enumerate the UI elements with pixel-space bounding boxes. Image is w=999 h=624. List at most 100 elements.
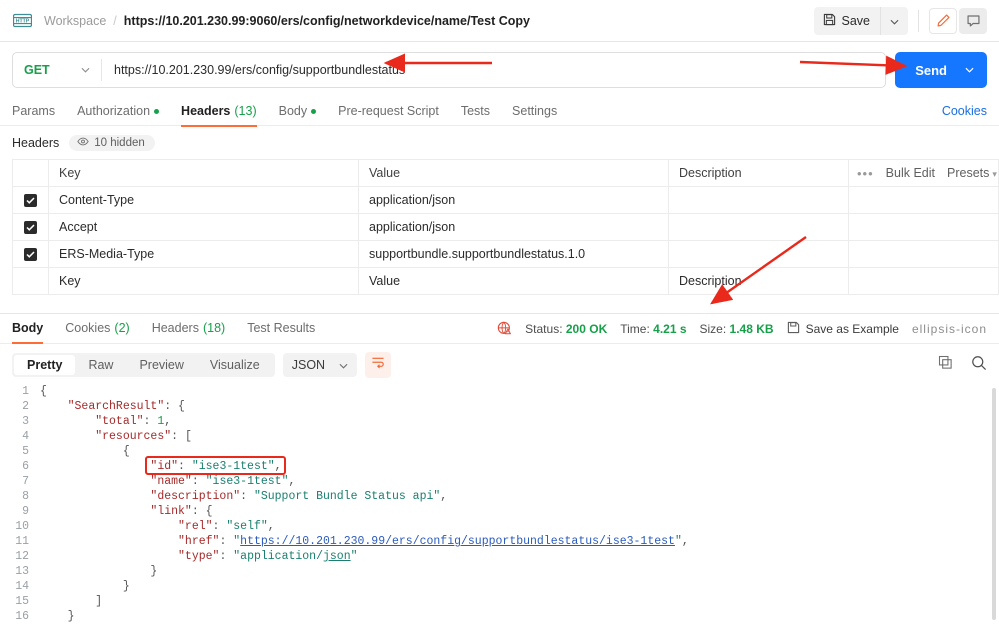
code-token: }	[67, 610, 75, 623]
tab-pre-request-script[interactable]: Pre-request Script	[327, 97, 450, 126]
tab-response-body[interactable]: Body	[12, 314, 54, 344]
column-description: Description	[668, 159, 849, 187]
send-group: Send	[895, 52, 987, 88]
tab-headers[interactable]: Headers (13)	[170, 97, 268, 127]
cookies-link[interactable]: Cookies	[942, 104, 987, 118]
breadcrumb-workspace[interactable]: Workspace	[44, 14, 106, 28]
row-checkbox[interactable]	[24, 194, 37, 208]
save-button[interactable]: Save	[814, 8, 881, 34]
tab-tests[interactable]: Tests	[450, 97, 501, 126]
tab-authorization[interactable]: Authorization	[66, 97, 170, 126]
code-line: 6 "id": "ise3-1test",	[0, 459, 999, 474]
comment-button[interactable]	[959, 7, 987, 34]
url-input[interactable]	[102, 63, 886, 77]
table-row[interactable]: Accept application/json	[12, 213, 999, 241]
header-description[interactable]	[668, 240, 849, 268]
code-token: "Support Bundle Status api"	[253, 490, 441, 503]
header-description[interactable]	[668, 186, 849, 214]
table-more-button[interactable]: •••	[857, 166, 874, 181]
presets-button[interactable]: Presets ▾	[947, 166, 997, 180]
word-wrap-button[interactable]	[365, 352, 392, 378]
tab-params[interactable]: Params	[12, 97, 66, 126]
table-row[interactable]: Content-Type application/json	[12, 186, 999, 214]
header-value[interactable]: application/json	[358, 186, 669, 214]
size-group: Size: 1.48 KB	[700, 322, 774, 336]
search-button[interactable]	[971, 355, 987, 376]
edit-mode-button[interactable]	[929, 7, 957, 34]
send-button[interactable]: Send	[895, 63, 963, 78]
select-all-cell	[12, 159, 49, 187]
header-key[interactable]: Content-Type	[48, 186, 359, 214]
code-text: ]	[40, 594, 102, 609]
line-number: 15	[15, 595, 29, 608]
code-line: 1{	[0, 384, 999, 399]
tab-response-cookies[interactable]: Cookies (2)	[54, 314, 140, 343]
new-header-description-input[interactable]: Description	[668, 267, 849, 295]
top-bar-actions: Save	[813, 6, 987, 35]
format-selector[interactable]: JSON	[282, 353, 358, 377]
view-visualize[interactable]: Visualize	[197, 355, 273, 375]
tab-response-headers[interactable]: Headers (18)	[141, 314, 236, 343]
tab-test-results[interactable]: Test Results	[236, 314, 326, 343]
header-key[interactable]: Accept	[48, 213, 359, 241]
headers-subheader: Headers 10 hidden	[0, 126, 999, 159]
search-icon	[972, 355, 987, 370]
code-line: 15 ]	[0, 594, 999, 609]
tab-settings[interactable]: Settings	[501, 97, 568, 126]
row-checkbox[interactable]	[24, 221, 37, 235]
method-selector[interactable]: GET	[13, 53, 101, 87]
header-value[interactable]: application/json	[358, 213, 669, 241]
code-token: :	[191, 475, 206, 488]
tab-count: (18)	[202, 321, 226, 335]
tab-label: Headers	[151, 321, 199, 335]
line-number: 12	[15, 550, 29, 563]
tab-label: Body	[278, 103, 308, 118]
row-checkbox[interactable]	[24, 248, 37, 262]
code-text: }	[40, 579, 130, 594]
line-number: 14	[15, 580, 29, 593]
code-scrollbar[interactable]	[992, 388, 996, 620]
row-checkbox-cell[interactable]	[12, 240, 49, 268]
tab-label: Headers	[181, 103, 231, 118]
new-header-key-input[interactable]: Key	[48, 267, 359, 295]
code-text: "total": 1,	[40, 414, 171, 429]
row-checkbox-cell[interactable]	[12, 186, 49, 214]
svg-text:HTTP: HTTP	[15, 19, 29, 25]
save-dropdown-button[interactable]	[880, 6, 908, 35]
send-dropdown-button[interactable]	[963, 65, 987, 76]
table-empty-row[interactable]: Key Value Description	[12, 267, 999, 295]
time-label: Time:	[620, 321, 650, 336]
code-token: "total"	[95, 415, 144, 428]
tab-label: Body	[12, 321, 44, 335]
code-token: "ise3-1test"	[205, 475, 289, 488]
comment-icon	[966, 15, 980, 27]
save-as-example-button[interactable]: Save as Example	[787, 321, 899, 337]
code-line: 11 "href": "https://10.201.230.99/ers/co…	[0, 534, 999, 549]
tab-body[interactable]: Body	[268, 97, 328, 126]
response-more-button[interactable]: ellipsis-icon	[912, 322, 987, 336]
header-value[interactable]: supportbundle.supportbundlestatus.1.0	[358, 240, 669, 268]
code-token: {	[40, 385, 47, 398]
http-icon: HTTP	[12, 13, 32, 29]
code-line: 13 }	[0, 564, 999, 579]
code-token: ,	[267, 520, 275, 533]
copy-icon	[938, 355, 952, 369]
row-checkbox-cell[interactable]	[12, 213, 49, 241]
view-preview[interactable]: Preview	[126, 355, 196, 375]
header-key[interactable]: ERS-Media-Type	[48, 240, 359, 268]
response-body-code[interactable]: 1{2 "SearchResult": {3 "total": 1, 4 "res…	[0, 384, 999, 624]
view-pretty[interactable]: Pretty	[14, 355, 76, 375]
tab-count: (13)	[234, 103, 257, 118]
code-line: 9 "link": {	[0, 504, 999, 519]
header-description[interactable]	[668, 213, 849, 241]
new-header-value-input[interactable]: Value	[358, 267, 669, 295]
view-raw[interactable]: Raw	[75, 355, 126, 375]
table-row[interactable]: ERS-Media-Type supportbundle.supportbund…	[12, 240, 999, 268]
globe-warning-icon[interactable]	[497, 321, 512, 336]
hidden-headers-toggle[interactable]: 10 hidden	[69, 135, 155, 151]
floppy-disk-icon	[787, 321, 800, 337]
copy-button[interactable]	[938, 355, 953, 375]
code-token: "href"	[178, 535, 220, 548]
bulk-edit-button[interactable]: Bulk Edit	[886, 166, 935, 180]
code-link[interactable]: https://10.201.230.99/ers/config/support…	[240, 535, 675, 548]
